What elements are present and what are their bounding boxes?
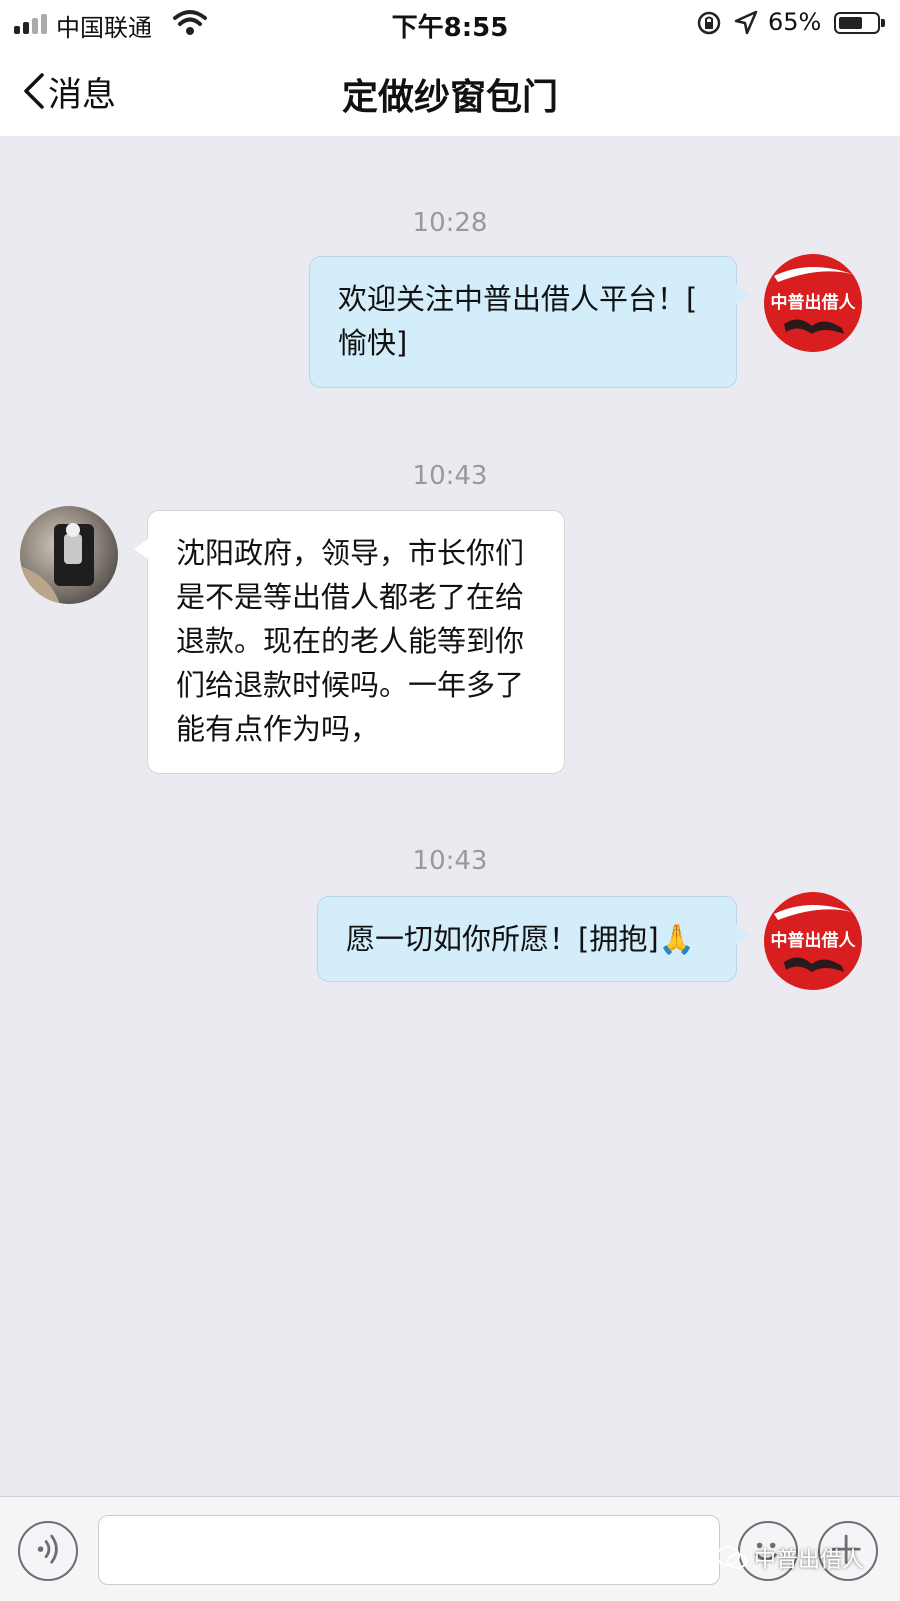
message-bubble-incoming[interactable]: 沈阳政府，领导，市长你们 是不是等出借人都老了在给 退款。现在的老人能等到你 们… (134, 510, 565, 774)
message-line: 是不是等出借人都老了在给 (176, 580, 525, 614)
message-line: 能有点作为吗， (176, 712, 380, 746)
voice-button[interactable] (18, 1521, 78, 1581)
avatar[interactable]: 中普出借人 (764, 892, 862, 990)
location-icon (734, 10, 758, 35)
status-time: 下午8:55 (391, 13, 509, 43)
watermark: 中普出借人 (716, 1540, 864, 1576)
wechat-icon (716, 1546, 747, 1569)
message-bubble-outgoing[interactable]: 愿一切如你所愿！[拥抱]🙏 (317, 896, 750, 982)
car-interior-icon (20, 523, 94, 604)
watermark-text: 中普出借人 (754, 1548, 865, 1573)
avatar-logo-text: 中普出借人 (770, 931, 856, 951)
voice-icon (37, 1534, 58, 1564)
message-timestamp: 10:28 (412, 208, 488, 238)
message-line: 退款。现在的老人能等到你 (176, 624, 525, 658)
battery-fill (839, 17, 863, 29)
avatar-logo-text: 中普出借人 (770, 293, 856, 313)
chat-area[interactable]: 10:28 欢迎关注中普出借人平台！[ 愉快] 中普出借人 10:43 沈阳政府… (0, 136, 900, 1496)
rotation-lock-icon (697, 11, 721, 35)
message-line: 愉快] (338, 326, 408, 360)
message-input[interactable] (98, 1515, 720, 1585)
battery-percent: 65% (768, 8, 822, 36)
message-line: 欢迎关注中普出借人平台！[ (338, 282, 698, 316)
message-bubble-outgoing[interactable]: 欢迎关注中普出借人平台！[ 愉快] (309, 256, 750, 388)
message-timestamp: 10:43 (412, 461, 488, 491)
message-timestamp: 10:43 (412, 846, 488, 876)
message-line: 愿一切如你所愿！[拥抱]🙏 (346, 922, 695, 956)
avatar[interactable]: 中普出借人 (764, 254, 862, 352)
message-line: 们给退款时候吗。一年多了 (176, 668, 525, 702)
message-line: 沈阳政府，领导，市长你们 (176, 536, 525, 570)
battery-icon (834, 12, 885, 34)
nav-bar: 消息 定做纱窗包门 (0, 46, 900, 136)
chat-title: 定做纱窗包门 (341, 77, 558, 118)
status-bar: 中国联通 下午8:55 65% (0, 0, 900, 46)
avatar[interactable] (20, 506, 118, 604)
